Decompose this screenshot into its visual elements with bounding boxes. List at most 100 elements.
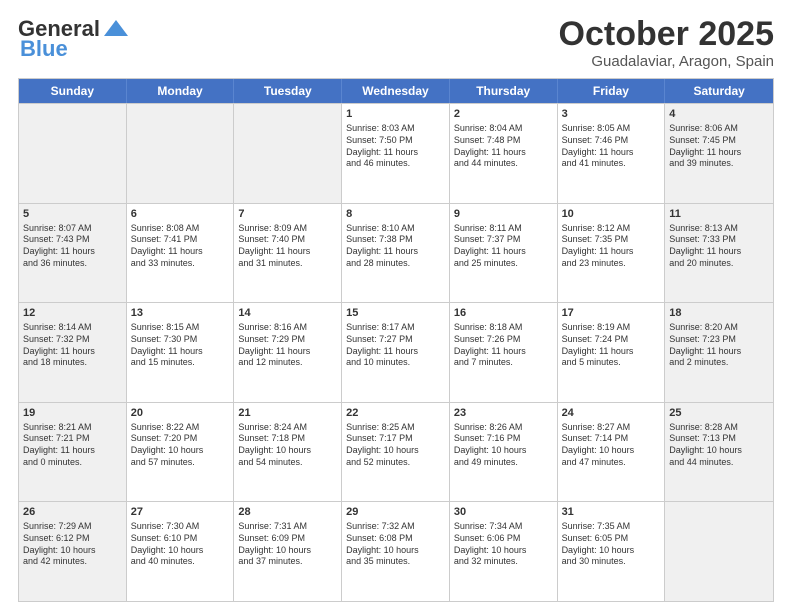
day-number: 16 xyxy=(454,306,553,321)
day-info: Sunrise: 7:32 AM Sunset: 6:08 PM Dayligh… xyxy=(346,521,445,568)
day-info: Sunrise: 8:20 AM Sunset: 7:23 PM Dayligh… xyxy=(669,322,769,369)
calendar-header: SundayMondayTuesdayWednesdayThursdayFrid… xyxy=(19,79,773,103)
calendar-day-20: 20Sunrise: 8:22 AM Sunset: 7:20 PM Dayli… xyxy=(127,403,235,502)
calendar-day-2: 2Sunrise: 8:04 AM Sunset: 7:48 PM Daylig… xyxy=(450,104,558,203)
day-number: 19 xyxy=(23,406,122,421)
day-number: 12 xyxy=(23,306,122,321)
header-day-saturday: Saturday xyxy=(665,79,773,103)
day-info: Sunrise: 8:07 AM Sunset: 7:43 PM Dayligh… xyxy=(23,223,122,270)
calendar-empty xyxy=(665,502,773,601)
day-info: Sunrise: 8:28 AM Sunset: 7:13 PM Dayligh… xyxy=(669,422,769,469)
day-number: 14 xyxy=(238,306,337,321)
calendar-day-19: 19Sunrise: 8:21 AM Sunset: 7:21 PM Dayli… xyxy=(19,403,127,502)
calendar-day-22: 22Sunrise: 8:25 AM Sunset: 7:17 PM Dayli… xyxy=(342,403,450,502)
calendar-week-5: 26Sunrise: 7:29 AM Sunset: 6:12 PM Dayli… xyxy=(19,501,773,601)
day-number: 9 xyxy=(454,207,553,222)
calendar-empty xyxy=(127,104,235,203)
logo-blue: Blue xyxy=(20,36,68,62)
header-day-wednesday: Wednesday xyxy=(342,79,450,103)
day-info: Sunrise: 8:27 AM Sunset: 7:14 PM Dayligh… xyxy=(562,422,661,469)
calendar-day-10: 10Sunrise: 8:12 AM Sunset: 7:35 PM Dayli… xyxy=(558,204,666,303)
day-info: Sunrise: 8:17 AM Sunset: 7:27 PM Dayligh… xyxy=(346,322,445,369)
calendar-day-18: 18Sunrise: 8:20 AM Sunset: 7:23 PM Dayli… xyxy=(665,303,773,402)
day-number: 4 xyxy=(669,107,769,122)
day-info: Sunrise: 8:13 AM Sunset: 7:33 PM Dayligh… xyxy=(669,223,769,270)
day-info: Sunrise: 8:11 AM Sunset: 7:37 PM Dayligh… xyxy=(454,223,553,270)
day-number: 25 xyxy=(669,406,769,421)
day-number: 28 xyxy=(238,505,337,520)
calendar-week-2: 5Sunrise: 8:07 AM Sunset: 7:43 PM Daylig… xyxy=(19,203,773,303)
calendar-week-1: 1Sunrise: 8:03 AM Sunset: 7:50 PM Daylig… xyxy=(19,103,773,203)
calendar-day-15: 15Sunrise: 8:17 AM Sunset: 7:27 PM Dayli… xyxy=(342,303,450,402)
day-info: Sunrise: 8:08 AM Sunset: 7:41 PM Dayligh… xyxy=(131,223,230,270)
day-info: Sunrise: 8:06 AM Sunset: 7:45 PM Dayligh… xyxy=(669,123,769,170)
day-info: Sunrise: 8:25 AM Sunset: 7:17 PM Dayligh… xyxy=(346,422,445,469)
calendar-day-31: 31Sunrise: 7:35 AM Sunset: 6:05 PM Dayli… xyxy=(558,502,666,601)
calendar-body: 1Sunrise: 8:03 AM Sunset: 7:50 PM Daylig… xyxy=(19,103,773,601)
calendar-day-13: 13Sunrise: 8:15 AM Sunset: 7:30 PM Dayli… xyxy=(127,303,235,402)
calendar-day-17: 17Sunrise: 8:19 AM Sunset: 7:24 PM Dayli… xyxy=(558,303,666,402)
day-info: Sunrise: 7:30 AM Sunset: 6:10 PM Dayligh… xyxy=(131,521,230,568)
day-number: 8 xyxy=(346,207,445,222)
day-number: 22 xyxy=(346,406,445,421)
day-number: 29 xyxy=(346,505,445,520)
day-info: Sunrise: 7:29 AM Sunset: 6:12 PM Dayligh… xyxy=(23,521,122,568)
calendar-day-9: 9Sunrise: 8:11 AM Sunset: 7:37 PM Daylig… xyxy=(450,204,558,303)
day-info: Sunrise: 8:05 AM Sunset: 7:46 PM Dayligh… xyxy=(562,123,661,170)
day-number: 5 xyxy=(23,207,122,222)
day-number: 21 xyxy=(238,406,337,421)
day-number: 23 xyxy=(454,406,553,421)
day-info: Sunrise: 8:22 AM Sunset: 7:20 PM Dayligh… xyxy=(131,422,230,469)
calendar-day-4: 4Sunrise: 8:06 AM Sunset: 7:45 PM Daylig… xyxy=(665,104,773,203)
header-day-monday: Monday xyxy=(127,79,235,103)
header-day-thursday: Thursday xyxy=(450,79,558,103)
page: General Blue October 2025 Guadalaviar, A… xyxy=(0,0,792,612)
calendar-week-4: 19Sunrise: 8:21 AM Sunset: 7:21 PM Dayli… xyxy=(19,402,773,502)
day-info: Sunrise: 8:26 AM Sunset: 7:16 PM Dayligh… xyxy=(454,422,553,469)
calendar-day-16: 16Sunrise: 8:18 AM Sunset: 7:26 PM Dayli… xyxy=(450,303,558,402)
calendar-empty xyxy=(234,104,342,203)
header-day-tuesday: Tuesday xyxy=(234,79,342,103)
logo: General Blue xyxy=(18,16,130,62)
day-info: Sunrise: 8:16 AM Sunset: 7:29 PM Dayligh… xyxy=(238,322,337,369)
day-info: Sunrise: 8:24 AM Sunset: 7:18 PM Dayligh… xyxy=(238,422,337,469)
day-info: Sunrise: 8:14 AM Sunset: 7:32 PM Dayligh… xyxy=(23,322,122,369)
calendar-day-25: 25Sunrise: 8:28 AM Sunset: 7:13 PM Dayli… xyxy=(665,403,773,502)
day-info: Sunrise: 8:21 AM Sunset: 7:21 PM Dayligh… xyxy=(23,422,122,469)
calendar-day-23: 23Sunrise: 8:26 AM Sunset: 7:16 PM Dayli… xyxy=(450,403,558,502)
header-day-sunday: Sunday xyxy=(19,79,127,103)
calendar: SundayMondayTuesdayWednesdayThursdayFrid… xyxy=(18,78,774,602)
day-number: 2 xyxy=(454,107,553,122)
calendar-day-8: 8Sunrise: 8:10 AM Sunset: 7:38 PM Daylig… xyxy=(342,204,450,303)
day-info: Sunrise: 8:10 AM Sunset: 7:38 PM Dayligh… xyxy=(346,223,445,270)
day-info: Sunrise: 7:35 AM Sunset: 6:05 PM Dayligh… xyxy=(562,521,661,568)
calendar-day-29: 29Sunrise: 7:32 AM Sunset: 6:08 PM Dayli… xyxy=(342,502,450,601)
day-info: Sunrise: 8:04 AM Sunset: 7:48 PM Dayligh… xyxy=(454,123,553,170)
month-title: October 2025 xyxy=(559,16,774,53)
day-info: Sunrise: 8:09 AM Sunset: 7:40 PM Dayligh… xyxy=(238,223,337,270)
day-number: 15 xyxy=(346,306,445,321)
day-number: 1 xyxy=(346,107,445,122)
day-number: 18 xyxy=(669,306,769,321)
calendar-day-1: 1Sunrise: 8:03 AM Sunset: 7:50 PM Daylig… xyxy=(342,104,450,203)
day-info: Sunrise: 8:12 AM Sunset: 7:35 PM Dayligh… xyxy=(562,223,661,270)
day-number: 26 xyxy=(23,505,122,520)
logo-icon xyxy=(102,18,130,40)
calendar-day-3: 3Sunrise: 8:05 AM Sunset: 7:46 PM Daylig… xyxy=(558,104,666,203)
day-info: Sunrise: 8:19 AM Sunset: 7:24 PM Dayligh… xyxy=(562,322,661,369)
calendar-day-12: 12Sunrise: 8:14 AM Sunset: 7:32 PM Dayli… xyxy=(19,303,127,402)
calendar-week-3: 12Sunrise: 8:14 AM Sunset: 7:32 PM Dayli… xyxy=(19,302,773,402)
calendar-day-7: 7Sunrise: 8:09 AM Sunset: 7:40 PM Daylig… xyxy=(234,204,342,303)
day-info: Sunrise: 7:34 AM Sunset: 6:06 PM Dayligh… xyxy=(454,521,553,568)
day-number: 6 xyxy=(131,207,230,222)
day-number: 27 xyxy=(131,505,230,520)
calendar-day-26: 26Sunrise: 7:29 AM Sunset: 6:12 PM Dayli… xyxy=(19,502,127,601)
calendar-day-30: 30Sunrise: 7:34 AM Sunset: 6:06 PM Dayli… xyxy=(450,502,558,601)
calendar-day-11: 11Sunrise: 8:13 AM Sunset: 7:33 PM Dayli… xyxy=(665,204,773,303)
day-number: 30 xyxy=(454,505,553,520)
calendar-day-27: 27Sunrise: 7:30 AM Sunset: 6:10 PM Dayli… xyxy=(127,502,235,601)
header-day-friday: Friday xyxy=(558,79,666,103)
calendar-day-14: 14Sunrise: 8:16 AM Sunset: 7:29 PM Dayli… xyxy=(234,303,342,402)
day-number: 31 xyxy=(562,505,661,520)
title-block: October 2025 Guadalaviar, Aragon, Spain xyxy=(559,16,774,70)
